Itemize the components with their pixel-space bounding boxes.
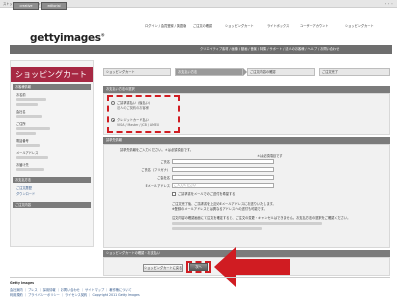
annotation-arrow-shape: [214, 247, 290, 287]
footer-links-2[interactable]: 利用規約 ｜ プライバシーポリシー ｜ ライセンス契約 ｜ Copyright …: [10, 293, 310, 297]
footer-divider: [10, 277, 390, 278]
footer-heading: Getty Images: [10, 281, 35, 285]
footer-links-1[interactable]: 会社案内 ｜ プレス ｜ 採用情報 ｜ お問い合わせ ｜ サイトマップ ｜ 著作…: [10, 288, 310, 292]
annotation-arrow-icon: [214, 247, 290, 287]
